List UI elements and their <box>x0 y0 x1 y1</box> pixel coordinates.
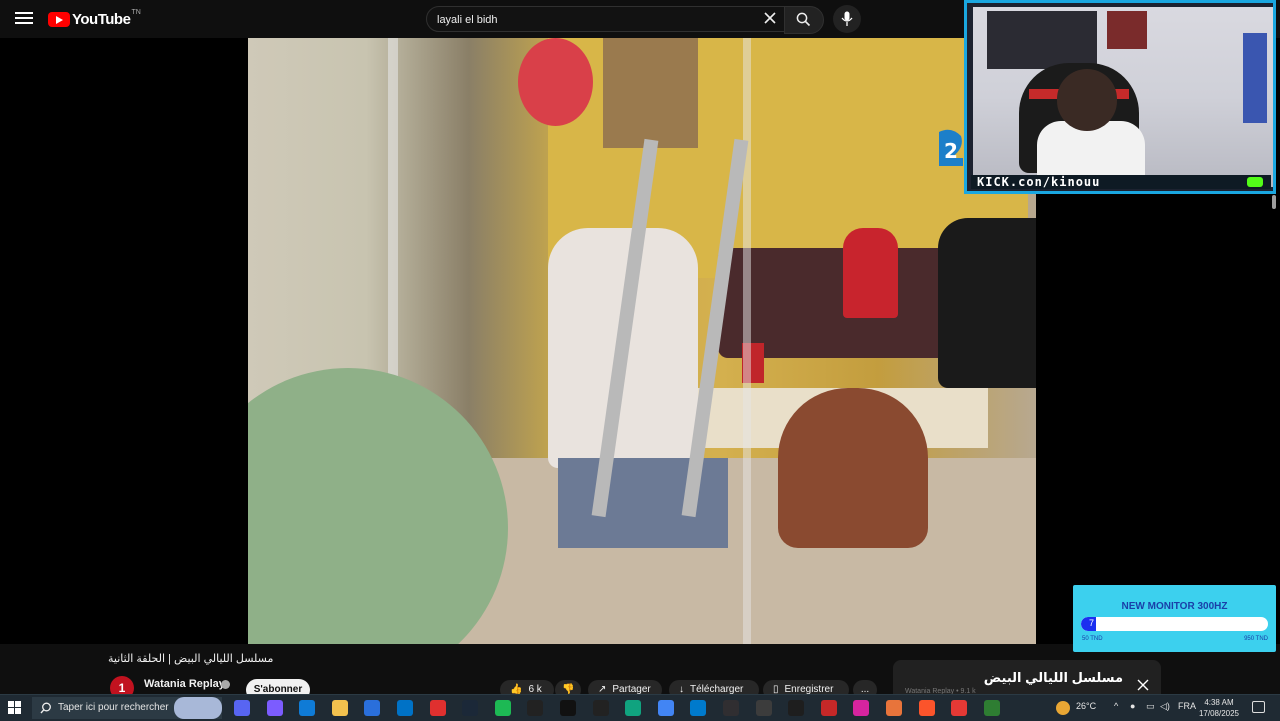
outlook-icon[interactable] <box>397 700 413 716</box>
taskbar-search-placeholder: Taper ici pour rechercher <box>58 702 169 713</box>
weather-icon[interactable] <box>1056 701 1070 715</box>
search-icon <box>796 12 811 27</box>
search-icon <box>40 702 51 714</box>
capcut-icon[interactable] <box>527 700 544 716</box>
webcam-shelf <box>987 11 1097 69</box>
page-scrollbar[interactable] <box>1272 195 1276 209</box>
video-scene-person <box>558 458 728 548</box>
webcam-flag <box>1243 33 1267 123</box>
kick-channel-url: KICK.con/kinouu <box>977 175 1101 189</box>
windows-taskbar: Taper ici pour rechercher 26°C ^ ● ▭ ◁) … <box>0 694 1280 721</box>
goal-progress-bar <box>1081 617 1268 631</box>
terminal-icon[interactable] <box>788 700 805 716</box>
chrome-icon[interactable] <box>657 700 674 716</box>
notifications-icon[interactable] <box>1252 701 1265 713</box>
steam-icon[interactable] <box>462 700 479 716</box>
clear-search-icon[interactable] <box>762 10 778 26</box>
tv-channel-logo-icon: 2 <box>939 129 963 166</box>
volume-icon[interactable]: ◁) <box>1160 701 1170 712</box>
video-scene-sign <box>518 38 593 126</box>
copilot-icon[interactable] <box>266 700 283 716</box>
logo-text: YouTube <box>72 10 131 28</box>
search-button[interactable] <box>784 6 824 34</box>
edge-icon[interactable] <box>299 700 316 716</box>
search-highlight-image <box>174 697 222 719</box>
settings-icon[interactable] <box>755 700 772 716</box>
chatgpt-icon[interactable] <box>625 700 642 716</box>
video-scene-person <box>938 218 1036 388</box>
spotify-icon[interactable] <box>494 700 511 716</box>
mic-icon <box>841 11 853 26</box>
brave-icon[interactable] <box>918 700 935 716</box>
tiktok-icon[interactable] <box>560 700 576 716</box>
kick-logo-icon <box>1247 177 1263 187</box>
miniplayer-card[interactable]: مسلسل الليالي البيض Watania Replay • 9.1… <box>893 660 1161 696</box>
voice-search-button[interactable] <box>833 5 861 33</box>
store-icon[interactable] <box>364 700 381 716</box>
video-scene-door <box>743 38 751 644</box>
miniplayer-title: مسلسل الليالي البيض <box>983 670 1123 685</box>
video-frame[interactable] <box>248 38 1036 644</box>
windows-start-icon[interactable] <box>8 701 22 715</box>
video-title: مسلسل الليالي البيض | الحلقة الثانية <box>108 653 274 665</box>
verified-icon <box>221 680 230 689</box>
taskbar-clock[interactable]: 4:38 AM 17/08/2025 <box>1196 697 1242 719</box>
svg-text:2: 2 <box>944 139 958 163</box>
goal-max-label: 950 TND <box>1244 636 1268 642</box>
instagram-icon[interactable] <box>853 700 870 716</box>
game-icon[interactable] <box>820 700 837 716</box>
goal-current-value: 7 <box>1089 618 1095 628</box>
record-icon[interactable] <box>951 700 968 716</box>
file-explorer-icon[interactable] <box>331 700 348 716</box>
goal-title: NEW MONITOR 300HZ <box>1121 601 1228 612</box>
donation-goal-widget: NEW MONITOR 300HZ 7 50 TND 950 TND <box>1073 585 1276 652</box>
clock-date: 17/08/2025 <box>1198 709 1240 718</box>
video-scene-chair <box>778 388 928 548</box>
language-indicator[interactable]: FRA <box>1178 701 1196 711</box>
clock-time: 4:38 AM <box>1204 698 1234 707</box>
search-input[interactable] <box>435 9 759 31</box>
obs-icon[interactable] <box>723 700 739 716</box>
weather-temp[interactable]: 26°C <box>1076 701 1096 711</box>
goal-min-label: 50 TND <box>1082 636 1103 642</box>
webcam-streamer-head <box>1057 69 1117 131</box>
maps-icon[interactable] <box>983 700 1000 716</box>
youtube-logo[interactable]: YouTube TN <box>48 9 141 29</box>
network-icon[interactable]: ▭ <box>1146 701 1155 712</box>
tray-chevron-icon[interactable]: ^ <box>1114 701 1118 711</box>
capcut-alt-icon[interactable] <box>592 700 609 716</box>
webcam-poster <box>1107 11 1147 49</box>
video-scene-painting <box>603 38 698 148</box>
microphone-tray-icon[interactable]: ● <box>1130 701 1135 711</box>
youtube-play-icon <box>48 11 70 27</box>
logo-country-code: TN <box>131 8 141 16</box>
video-scene-plant <box>248 368 508 644</box>
search-box <box>426 6 786 32</box>
opera-icon[interactable] <box>429 700 446 716</box>
close-icon[interactable] <box>1136 678 1150 692</box>
video-scene-person <box>843 228 898 318</box>
channel-name[interactable]: Watania Replay <box>144 678 225 690</box>
streamer-webcam-overlay: KICK.con/kinouu <box>964 0 1276 194</box>
menu-icon[interactable] <box>14 9 34 29</box>
discord-icon[interactable] <box>234 700 250 716</box>
vscode-icon[interactable] <box>690 700 707 716</box>
app-icon[interactable] <box>886 700 902 716</box>
